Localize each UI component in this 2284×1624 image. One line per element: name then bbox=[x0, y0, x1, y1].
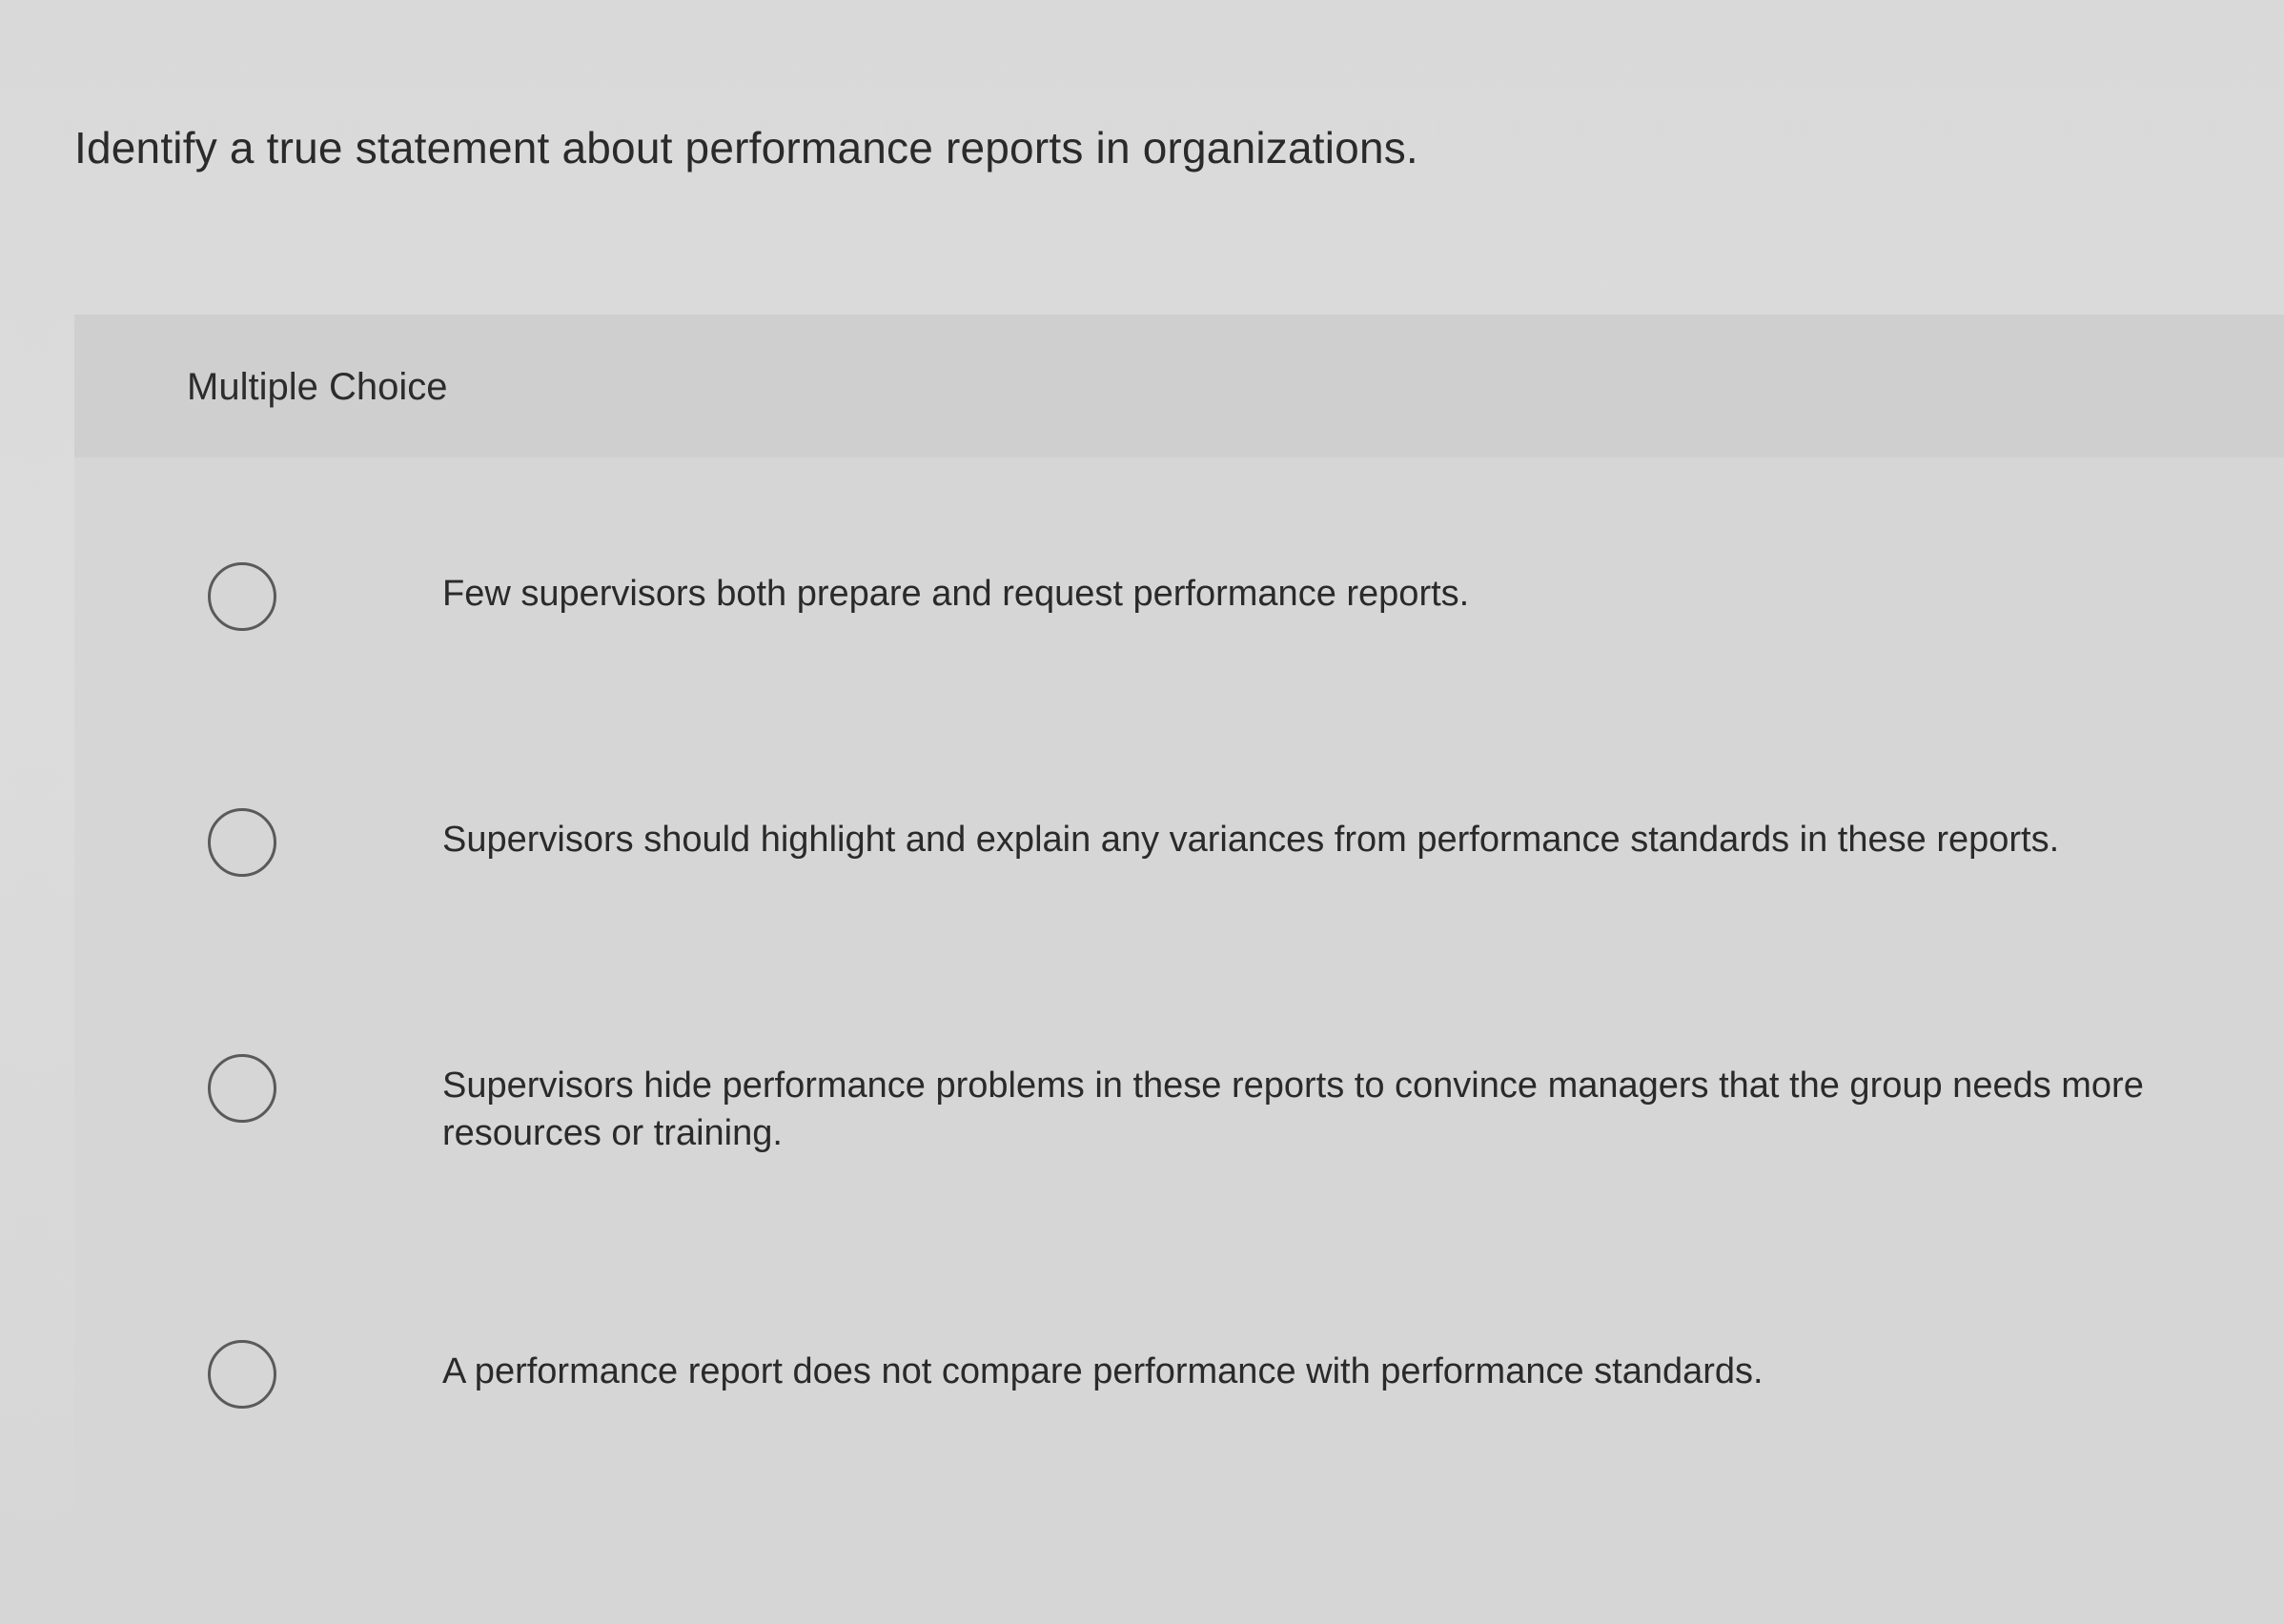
answer-option-3[interactable]: Supervisors hide performance problems in… bbox=[208, 1054, 2210, 1168]
question-text: Identify a true statement about performa… bbox=[74, 123, 1418, 173]
answer-option-label[interactable]: A performance report does not compare pe… bbox=[442, 1348, 2284, 1395]
answer-option-label[interactable]: Supervisors should highlight and explain… bbox=[442, 816, 2284, 863]
answer-option-label[interactable]: Supervisors hide performance problems in… bbox=[442, 1062, 2284, 1157]
radio-button-icon[interactable] bbox=[208, 1054, 276, 1123]
question-type-label: Multiple Choice bbox=[187, 366, 448, 408]
radio-button-icon[interactable] bbox=[208, 562, 276, 631]
radio-button-icon[interactable] bbox=[208, 808, 276, 877]
answer-option-1[interactable]: Few supervisors both prepare and request… bbox=[208, 562, 2210, 677]
answer-option-2[interactable]: Supervisors should highlight and explain… bbox=[208, 808, 2210, 923]
multiple-choice-card: Multiple Choice Few supervisors both pre… bbox=[74, 315, 2284, 1624]
answer-option-4[interactable]: A performance report does not compare pe… bbox=[208, 1340, 2210, 1454]
radio-button-icon[interactable] bbox=[208, 1340, 276, 1409]
answer-option-label[interactable]: Few supervisors both prepare and request… bbox=[442, 570, 2284, 618]
card-header: Multiple Choice bbox=[74, 315, 2284, 457]
